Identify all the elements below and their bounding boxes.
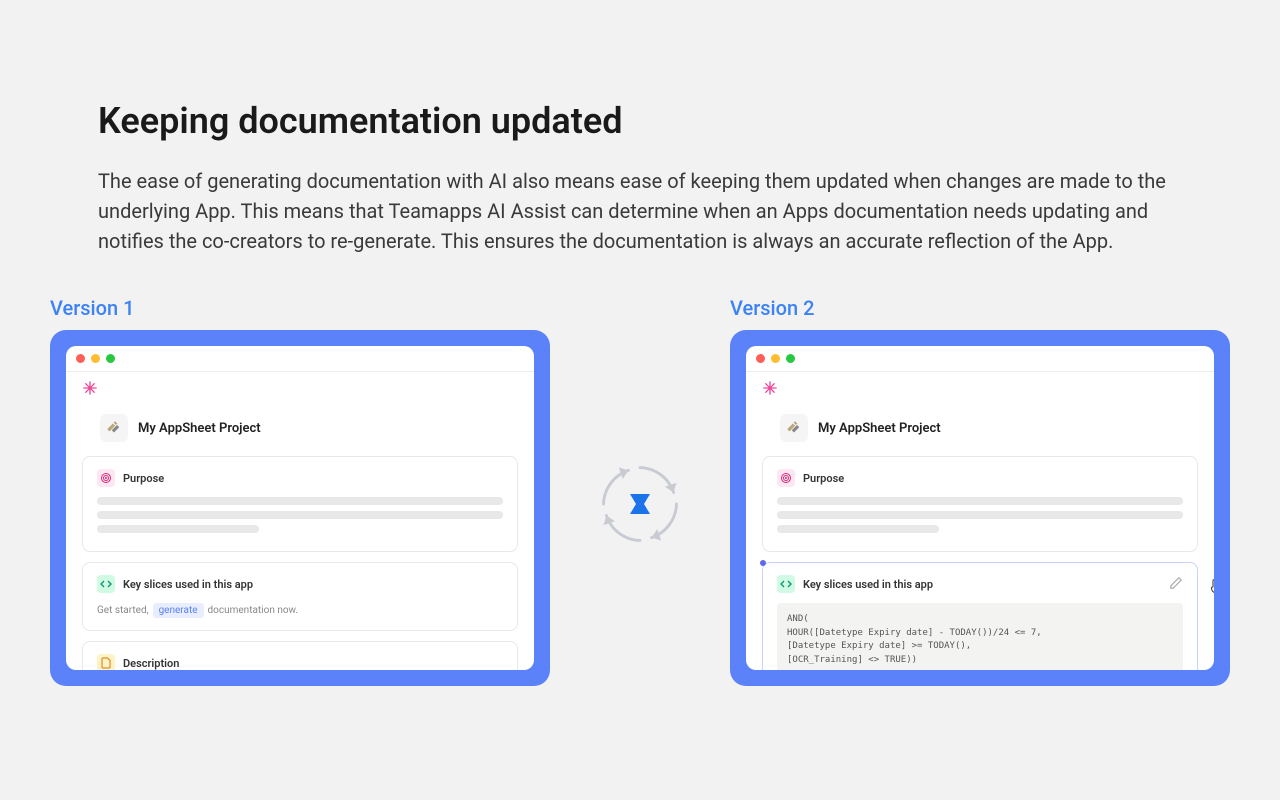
slices-card-updated: Key slices used in this app AND( HOUR([D… bbox=[762, 562, 1198, 670]
cursor-pointer-icon bbox=[1207, 577, 1214, 599]
generate-link[interactable]: generate bbox=[153, 603, 204, 618]
window-max-dot bbox=[106, 354, 115, 363]
project-tools-icon bbox=[780, 414, 808, 442]
skeleton-line bbox=[777, 497, 1183, 505]
purpose-card: Purpose bbox=[82, 456, 518, 552]
project-title: My AppSheet Project bbox=[818, 421, 941, 436]
skeleton-line bbox=[97, 497, 503, 505]
slices-title: Key slices used in this app bbox=[123, 578, 253, 591]
skeleton-line bbox=[97, 525, 259, 533]
project-title: My AppSheet Project bbox=[138, 421, 261, 436]
window-close-dot bbox=[76, 354, 85, 363]
window-min-dot bbox=[771, 354, 780, 363]
version-1-column: Version 1 bbox=[50, 296, 550, 686]
project-tools-icon bbox=[100, 414, 128, 442]
window-titlebar bbox=[746, 346, 1214, 372]
description-title: Description bbox=[123, 657, 179, 670]
code-block: AND( HOUR([Datetype Expiry date] - TODAY… bbox=[777, 603, 1183, 670]
code-icon bbox=[777, 575, 795, 593]
file-icon bbox=[97, 654, 115, 670]
window-max-dot bbox=[786, 354, 795, 363]
app-logo-icon bbox=[82, 376, 518, 408]
purpose-title: Purpose bbox=[803, 472, 844, 485]
description-card: Description bbox=[82, 641, 518, 670]
window-min-dot bbox=[91, 354, 100, 363]
target-icon bbox=[777, 469, 795, 487]
code-icon bbox=[97, 575, 115, 593]
skeleton-line bbox=[777, 525, 939, 533]
version-2-column: Version 2 bbox=[730, 296, 1230, 686]
version-2-label: Version 2 bbox=[730, 296, 1230, 320]
purpose-title: Purpose bbox=[123, 472, 164, 485]
generate-prompt: Get started, generate documentation now. bbox=[97, 603, 503, 618]
purpose-card: Purpose bbox=[762, 456, 1198, 552]
sync-column bbox=[592, 296, 688, 552]
slices-title: Key slices used in this app bbox=[803, 578, 933, 591]
slices-card: Key slices used in this app Get started,… bbox=[82, 562, 518, 631]
page-heading: Keeping documentation updated bbox=[98, 100, 1230, 142]
version-1-label: Version 1 bbox=[50, 296, 550, 320]
app-logo-icon bbox=[762, 376, 1198, 408]
teamapps-logo-icon bbox=[624, 488, 656, 520]
pencil-icon[interactable] bbox=[1169, 576, 1183, 593]
target-icon bbox=[97, 469, 115, 487]
version-1-window: My AppSheet Project Purpose bbox=[50, 330, 550, 686]
skeleton-line bbox=[777, 511, 1183, 519]
version-2-window: My AppSheet Project Purpose bbox=[730, 330, 1230, 686]
page-body: The ease of generating documentation wit… bbox=[98, 166, 1182, 256]
skeleton-line bbox=[97, 511, 503, 519]
window-close-dot bbox=[756, 354, 765, 363]
window-titlebar bbox=[66, 346, 534, 372]
